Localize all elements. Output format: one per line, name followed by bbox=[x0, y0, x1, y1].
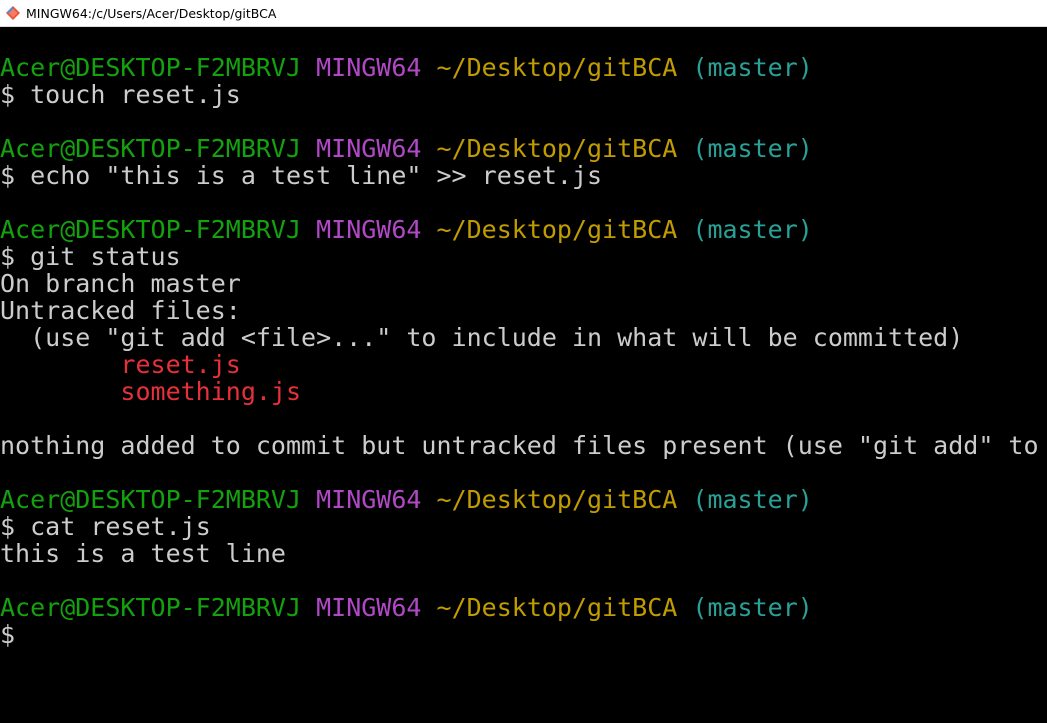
git-bash-icon bbox=[5, 5, 21, 21]
command-line: $ echo "this is a test line" >> reset.js bbox=[0, 162, 1047, 189]
command-text: git status bbox=[30, 242, 181, 271]
prompt-branch: (master) bbox=[692, 485, 813, 514]
untracked-file: something.js bbox=[0, 377, 302, 406]
prompt-user-host: Acer@DESKTOP-F2MBRVJ bbox=[0, 215, 302, 244]
prompt-path: ~/Desktop/gitBCA bbox=[436, 485, 678, 514]
prompt-branch: (master) bbox=[692, 134, 813, 163]
command-text: echo "this is a test line" >> reset.js bbox=[30, 161, 603, 190]
prompt-line: Acer@DESKTOP-F2MBRVJ MINGW64 ~/Desktop/g… bbox=[0, 486, 1047, 513]
command-text: cat reset.js bbox=[30, 512, 211, 541]
prompt-path: ~/Desktop/gitBCA bbox=[436, 134, 678, 163]
terminal-window: MINGW64:/c/Users/Acer/Desktop/gitBCA Ace… bbox=[0, 0, 1047, 723]
prompt-system: MINGW64 bbox=[316, 593, 422, 622]
command-line: $ git status bbox=[0, 243, 1047, 270]
prompt-symbol: $ bbox=[0, 512, 16, 541]
command-line: $ touch reset.js bbox=[0, 81, 1047, 108]
prompt-line: Acer@DESKTOP-F2MBRVJ MINGW64 ~/Desktop/g… bbox=[0, 216, 1047, 243]
prompt-path: ~/Desktop/gitBCA bbox=[436, 53, 678, 82]
prompt-path: ~/Desktop/gitBCA bbox=[436, 593, 678, 622]
prompt-branch: (master) bbox=[692, 593, 813, 622]
prompt-system: MINGW64 bbox=[316, 215, 422, 244]
prompt-line: Acer@DESKTOP-F2MBRVJ MINGW64 ~/Desktop/g… bbox=[0, 54, 1047, 81]
prompt-user-host: Acer@DESKTOP-F2MBRVJ bbox=[0, 53, 302, 82]
prompt-path: ~/Desktop/gitBCA bbox=[436, 215, 678, 244]
command-input-line[interactable]: $ bbox=[0, 621, 1047, 648]
prompt-branch: (master) bbox=[692, 215, 813, 244]
output-line: Untracked files: bbox=[0, 296, 241, 325]
output-line: this is a test line bbox=[0, 539, 286, 568]
output-line: (use "git add <file>..." to include in w… bbox=[0, 323, 964, 352]
output-line: nothing added to commit but untracked fi… bbox=[0, 431, 1047, 460]
prompt-symbol: $ bbox=[0, 161, 16, 190]
prompt-branch: (master) bbox=[692, 53, 813, 82]
prompt-system: MINGW64 bbox=[316, 134, 422, 163]
terminal-output[interactable]: Acer@DESKTOP-F2MBRVJ MINGW64 ~/Desktop/g… bbox=[0, 27, 1047, 723]
prompt-system: MINGW64 bbox=[316, 53, 422, 82]
prompt-user-host: Acer@DESKTOP-F2MBRVJ bbox=[0, 485, 302, 514]
prompt-system: MINGW64 bbox=[316, 485, 422, 514]
untracked-file: reset.js bbox=[0, 350, 241, 379]
prompt-user-host: Acer@DESKTOP-F2MBRVJ bbox=[0, 593, 302, 622]
prompt-symbol: $ bbox=[0, 242, 16, 271]
prompt-user-host: Acer@DESKTOP-F2MBRVJ bbox=[0, 134, 302, 163]
title-bar[interactable]: MINGW64:/c/Users/Acer/Desktop/gitBCA bbox=[0, 0, 1047, 27]
window-title: MINGW64:/c/Users/Acer/Desktop/gitBCA bbox=[26, 5, 277, 21]
prompt-symbol: $ bbox=[0, 80, 16, 109]
prompt-line: Acer@DESKTOP-F2MBRVJ MINGW64 ~/Desktop/g… bbox=[0, 135, 1047, 162]
command-line: $ cat reset.js bbox=[0, 513, 1047, 540]
prompt-symbol: $ bbox=[0, 620, 16, 649]
command-text: touch reset.js bbox=[30, 80, 241, 109]
output-line: On branch master bbox=[0, 269, 241, 298]
prompt-line: Acer@DESKTOP-F2MBRVJ MINGW64 ~/Desktop/g… bbox=[0, 594, 1047, 621]
